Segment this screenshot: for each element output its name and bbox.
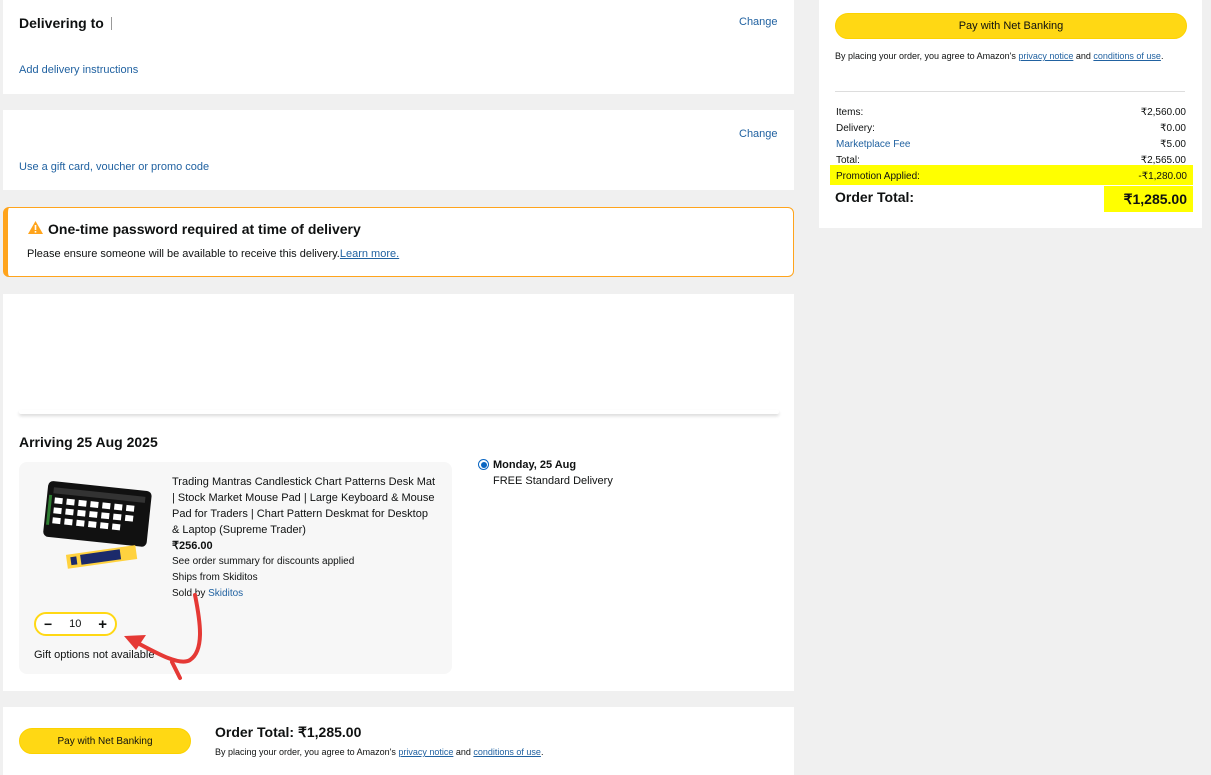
product-title[interactable]: Trading Mantras Candlestick Chart Patter… <box>172 474 437 538</box>
delivery-address-cursor <box>111 17 112 30</box>
bottom-order-total: Order Total: ₹1,285.00 <box>215 724 362 740</box>
promotion-label: Promotion Applied: <box>836 171 920 182</box>
bottom-privacy-link[interactable]: privacy notice <box>398 747 453 757</box>
summary-agreement: By placing your order, you agree to Amaz… <box>835 50 1185 63</box>
learn-more-link[interactable]: Learn more. <box>340 248 399 260</box>
otp-text-line: Please ensure someone will be available … <box>27 248 399 260</box>
delivery-option-type: FREE Standard Delivery <box>493 475 613 487</box>
items-label: Items: <box>836 107 864 118</box>
bottom-period: . <box>540 747 544 757</box>
items-value: ₹2,560.00 <box>1140 107 1186 118</box>
bottom-pay-button[interactable]: Pay with Net Banking <box>19 728 191 754</box>
product-image <box>41 478 155 578</box>
discount-note: See order summary for discounts applied <box>172 556 355 567</box>
bottom-agree-text: By placing your order, you agree to Amaz… <box>215 747 399 757</box>
divider-shadow <box>19 410 779 414</box>
radio-dot <box>480 461 487 468</box>
delivery-option-date: Monday, 25 Aug <box>493 459 577 471</box>
arriving-title: Arriving 25 Aug 2025 <box>19 434 158 450</box>
items-row: Items: ₹2,560.00 <box>836 107 1186 118</box>
otp-title: One-time password required at time of de… <box>48 221 361 237</box>
bottom-order-card: Pay with Net Banking Order Total: ₹1,285… <box>3 707 794 775</box>
payment-card: Change Use a gift card, voucher or promo… <box>3 110 794 190</box>
gift-card-link[interactable]: Use a gift card, voucher or promo code <box>19 161 209 173</box>
promotion-value: -₹1,280.00 <box>1138 171 1187 182</box>
payment-change-link[interactable]: Change <box>739 128 778 140</box>
summary-divider <box>835 91 1185 92</box>
delivery-instructions-link[interactable]: Add delivery instructions <box>19 64 138 76</box>
ships-from: Ships from Skiditos <box>172 572 258 583</box>
warning-icon <box>28 221 43 234</box>
summary-agree-text: By placing your order, you agree to Amaz… <box>835 51 1019 61</box>
seller-link[interactable]: Skiditos <box>208 588 243 599</box>
bottom-conditions-link[interactable]: conditions of use <box>473 747 541 757</box>
summary-conditions-link[interactable]: conditions of use <box>1093 51 1161 61</box>
bottom-and: and <box>453 747 474 757</box>
fee-row: Marketplace Fee ₹5.00 <box>836 139 1186 150</box>
delivery-change-link[interactable]: Change <box>739 16 778 28</box>
minus-icon[interactable]: − <box>44 616 52 632</box>
summary-and: and <box>1073 51 1094 61</box>
marketplace-fee-link[interactable]: Marketplace Fee <box>836 139 910 150</box>
product-price: ₹256.00 <box>172 540 213 552</box>
fee-value: ₹5.00 <box>1160 139 1186 150</box>
product-box: Trading Mantras Candlestick Chart Patter… <box>19 462 452 674</box>
delivery-row: Delivery: ₹0.00 <box>836 123 1186 134</box>
summary-pay-button[interactable]: Pay with Net Banking <box>835 13 1187 39</box>
summary-order-total-value: ₹1,285.00 <box>1104 186 1193 212</box>
delivery-title: Delivering to <box>19 15 104 31</box>
otp-text: Please ensure someone will be available … <box>27 248 340 260</box>
plus-icon[interactable]: + <box>98 616 107 633</box>
otp-alert: One-time password required at time of de… <box>3 207 794 277</box>
bottom-agreement: By placing your order, you agree to Amaz… <box>215 747 543 757</box>
summary-privacy-link[interactable]: privacy notice <box>1018 51 1073 61</box>
summary-order-total-label: Order Total: <box>835 189 915 205</box>
delivery-option-radio[interactable] <box>478 459 489 470</box>
delivery-card: Delivering to Change Add delivery instru… <box>3 0 794 94</box>
order-summary-card: Pay with Net Banking By placing your ord… <box>819 0 1202 228</box>
arrow-annotation-icon <box>110 590 210 685</box>
delivery-label: Delivery: <box>836 123 875 134</box>
summary-period: . <box>1160 51 1164 61</box>
promotion-row: Promotion Applied: -₹1,280.00 <box>830 165 1193 185</box>
quantity-stepper[interactable]: − 10 + <box>34 612 117 636</box>
quantity-value: 10 <box>69 618 82 630</box>
delivery-value: ₹0.00 <box>1160 123 1186 134</box>
